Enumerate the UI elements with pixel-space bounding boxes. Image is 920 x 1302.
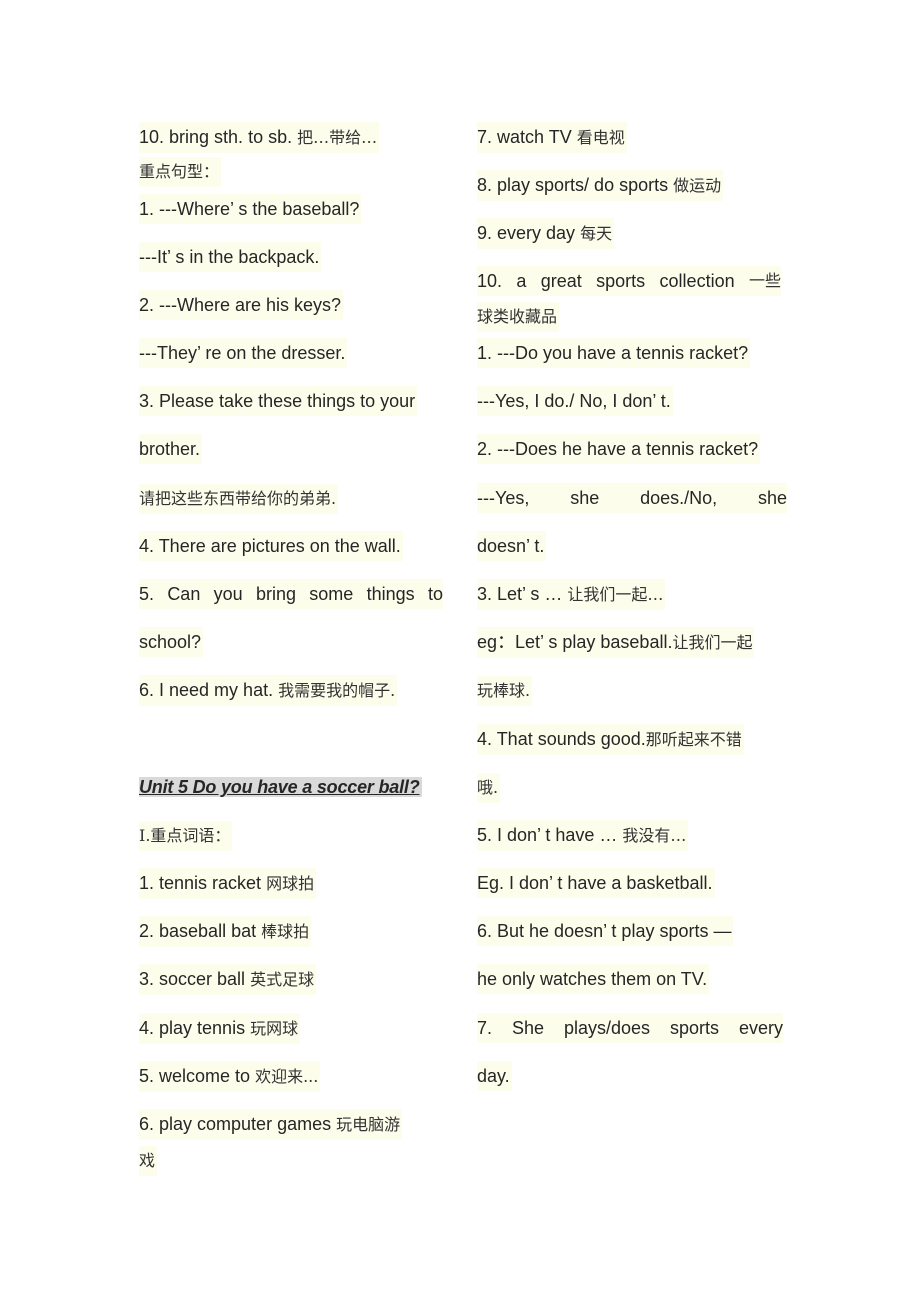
text-line: 1. ---Where’ s the baseball? [139, 194, 362, 224]
text-line: 4. There are pictures on the wall. [139, 531, 403, 561]
text-line: day. [477, 1061, 512, 1091]
vocab-item: 8. play sports/ do sports 做运动 [477, 170, 724, 201]
word: sports [596, 271, 646, 291]
word: She [511, 1018, 544, 1038]
text-line: 6. I need my hat. 我需要我的帽子. [139, 675, 398, 706]
section-heading-sentences: 重点句型： [139, 156, 222, 187]
justified-text: 7. She plays/does sports every [477, 1013, 783, 1043]
word: 一些 [748, 271, 781, 290]
text-line: Eg. I don’ t have a basketball. [477, 868, 715, 898]
word: 5. [139, 584, 155, 604]
text-line: 3. Let’ s … 让我们一起… [477, 579, 666, 610]
text-line-zh: 请把这些东西带给你的弟弟. [139, 483, 339, 514]
vocab-item: 5. welcome to 欢迎来... [139, 1061, 321, 1092]
word: every [738, 1018, 783, 1038]
vocab-item: 2. baseball bat 棒球拍 [139, 916, 312, 947]
vocab-item-cont: 戏 [139, 1145, 158, 1176]
section-heading-vocab: Ⅰ.重点词语： [139, 820, 233, 851]
vocab-item: 7. watch TV 看电视 [477, 122, 627, 153]
vocab-item: 6. play computer games 玩电脑游 [139, 1109, 403, 1140]
text-line: 1. ---Do you have a tennis racket? [477, 338, 751, 368]
justified-text: ---Yes, she does./No, she [477, 483, 787, 513]
text-line-zh: 玩棒球. [477, 675, 533, 706]
text-line: eg：Let’ s play baseball.让我们一起 [477, 627, 755, 658]
word: a [516, 271, 527, 291]
text-line: ---It’ s in the backpack. [139, 242, 322, 272]
word: plays/does [563, 1018, 651, 1038]
text-line: 5. I don’ t have … 我没有… [477, 820, 689, 851]
text-line: 2. ---Where are his keys? [139, 290, 344, 320]
word: collection [659, 271, 735, 291]
text-line: he only watches them on TV. [477, 964, 710, 994]
text-line-zh: 哦. [477, 772, 501, 803]
text-line: brother. [139, 434, 203, 464]
text-line: 3. Please take these things to your [139, 386, 418, 416]
text-line: 4. That sounds good.那听起来不错 [477, 724, 744, 755]
word: ---Yes, [477, 488, 530, 508]
vocab-item: 1. tennis racket 网球拍 [139, 868, 317, 899]
word: things [366, 584, 415, 604]
word: 7. [477, 1018, 493, 1038]
vocab-item: 4. play tennis 玩网球 [139, 1013, 301, 1044]
word: she [757, 488, 787, 508]
text-line: 6. But he doesn’ t play sports — [477, 916, 734, 946]
word: Can [167, 584, 201, 604]
word: bring [255, 584, 296, 604]
vocab-item-justified: 10. a great sports collection 一些 [477, 266, 781, 296]
justified-text: 5. Can you bring some things to [139, 579, 443, 609]
word: does./No, [640, 488, 718, 508]
vocab-item: 3. soccer ball 英式足球 [139, 964, 317, 995]
word: to [427, 584, 443, 604]
unit-title: Unit 5 Do you have a soccer ball? [139, 777, 422, 797]
word: you [213, 584, 243, 604]
text-line: ---They’ re on the dresser. [139, 338, 348, 368]
justified-text: 10. a great sports collection 一些 [477, 266, 781, 296]
text-line-justified: 5. Can you bring some things to [139, 579, 443, 609]
text-line: ---Yes, I do./ No, I don’ t. [477, 386, 673, 416]
text-line-justified: 7. She plays/does sports every [477, 1013, 783, 1043]
vocab-item: 9. every day 每天 [477, 218, 615, 249]
word: sports [669, 1018, 719, 1038]
word: great [540, 271, 582, 291]
text-line: doesn’ t. [477, 531, 547, 561]
word: some [309, 584, 354, 604]
text-line: 10. bring sth. to sb. 把…带给… [139, 122, 380, 153]
word: she [570, 488, 600, 508]
text-line: school? [139, 627, 204, 657]
word: 10. [477, 271, 503, 291]
vocab-item-cont: 球类收藏品 [477, 301, 560, 332]
text-line: 2. ---Does he have a tennis racket? [477, 434, 761, 464]
text-line-justified: ---Yes, she does./No, she [477, 483, 787, 513]
